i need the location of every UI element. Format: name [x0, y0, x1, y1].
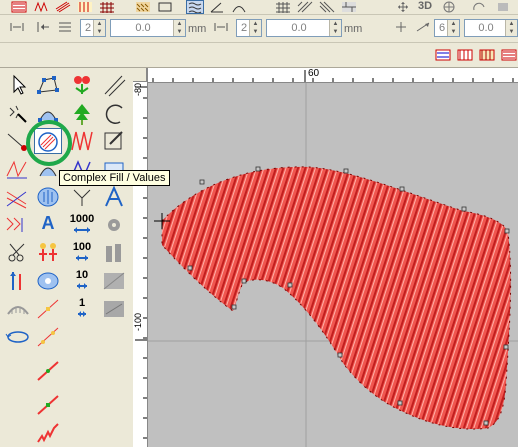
- stitch-100-tool[interactable]: 100: [68, 240, 96, 266]
- diagonal-grid-icon[interactable]: [296, 0, 314, 14]
- spin-arrows-icon[interactable]: ▲ ▼: [93, 20, 105, 36]
- move-icon[interactable]: [394, 0, 412, 14]
- stitch-10-tool[interactable]: 10: [68, 268, 96, 294]
- ruler-v-label-bottom: -100: [133, 313, 143, 332]
- stitch-preview-4-icon[interactable]: [500, 48, 518, 62]
- zigzag-icon[interactable]: [32, 0, 50, 14]
- stitch-type-icon[interactable]: [10, 0, 28, 14]
- lettering-tool[interactable]: [100, 184, 128, 210]
- stamp-icon[interactable]: [494, 0, 512, 14]
- stitch-preview-3-icon[interactable]: [478, 48, 496, 62]
- density-icon[interactable]: [56, 20, 74, 34]
- split-stitch-tool[interactable]: [68, 184, 96, 210]
- texture-icon[interactable]: [134, 0, 152, 14]
- density-a-input[interactable]: 2 ▲ ▼: [80, 19, 106, 37]
- density-a-mm-input[interactable]: 0.0 ▲ ▼: [110, 19, 186, 37]
- values-toolbar: 2 ▲ ▼ 0.0 ▲ ▼ mm 2 ▲ ▼ 0.0 ▲ ▼ mm 6 ▲ ▼ 0.0 ▲…: [0, 15, 518, 41]
- triple-stitch-tool[interactable]: [4, 184, 32, 210]
- vertical-ruler: -80 -100: [133, 68, 148, 447]
- color-toolbar: [0, 42, 518, 68]
- 3d-label[interactable]: 3D: [418, 0, 432, 12]
- spin-arrows-icon[interactable]: ▲ ▼: [447, 20, 459, 36]
- density-b-input[interactable]: 2 ▲ ▼: [236, 19, 262, 37]
- complex-fill-shape[interactable]: [148, 83, 518, 447]
- density-b-value: 2: [240, 22, 248, 34]
- frame-icon[interactable]: [156, 0, 174, 14]
- pattern-icon[interactable]: [76, 0, 94, 14]
- design-canvas[interactable]: [148, 83, 518, 447]
- fill-shape-tool[interactable]: [34, 184, 62, 210]
- satin-icon[interactable]: [54, 0, 72, 14]
- density-a-mm-value: 0.0: [135, 22, 151, 34]
- node-edit-tool[interactable]: [34, 72, 62, 98]
- stitch-preview-1-icon[interactable]: [434, 48, 452, 62]
- toolbox: A 1000 100 10 1: [0, 68, 133, 447]
- bead-line-tool[interactable]: [34, 324, 62, 350]
- scale-icon[interactable]: [414, 20, 432, 34]
- rotate-object-tool[interactable]: [4, 324, 32, 350]
- curve-icon[interactable]: [230, 0, 248, 14]
- spacing-icon[interactable]: [8, 20, 26, 34]
- line-nodes-tool[interactable]: [34, 296, 62, 322]
- resize-vertical-tool[interactable]: [4, 268, 32, 294]
- people-motif-tool[interactable]: [34, 240, 62, 266]
- cut-tool[interactable]: [4, 240, 32, 266]
- gear-tool[interactable]: [100, 212, 128, 238]
- figures-tool[interactable]: [100, 240, 128, 266]
- ruler-v-label-top: -80: [133, 83, 143, 97]
- text-tool[interactable]: A: [34, 212, 62, 238]
- spin-arrows-icon[interactable]: ▲ ▼: [249, 20, 261, 36]
- zigzag-line-tool[interactable]: [34, 420, 62, 446]
- top-toolbar: 3D: [0, 0, 518, 15]
- hoop-tool[interactable]: [34, 268, 62, 294]
- tooltip: Complex Fill / Values: [59, 170, 170, 186]
- hatch-icon[interactable]: [318, 0, 336, 14]
- count-mm-input[interactable]: 0.0 ▲ ▼: [464, 19, 518, 37]
- grid-fill-icon[interactable]: [98, 0, 116, 14]
- wave-fill-icon[interactable]: [186, 0, 204, 14]
- density-b-mm-value: 0.0: [291, 22, 307, 34]
- cross-stitch-tool[interactable]: [4, 212, 32, 238]
- globe-icon[interactable]: [440, 0, 458, 14]
- move-cross-icon[interactable]: [392, 20, 410, 34]
- horizontal-ruler: 60: [133, 68, 518, 83]
- count-mm-value: 0.0: [478, 22, 494, 34]
- flower-motif-tool[interactable]: [68, 72, 96, 98]
- count-input[interactable]: 6 ▲ ▼: [434, 19, 460, 37]
- spin-arrows-icon[interactable]: ▲ ▼: [173, 20, 185, 36]
- stitch-1-tool[interactable]: 1: [68, 296, 96, 322]
- spin-arrows-icon[interactable]: ▲ ▼: [329, 20, 341, 36]
- left-align-icon[interactable]: [34, 20, 52, 34]
- density-b-mm-input[interactable]: 0.0 ▲ ▼: [266, 19, 342, 37]
- select-arrow-tool[interactable]: [4, 72, 32, 98]
- embroidery-frame-tool[interactable]: [4, 296, 32, 322]
- unit-label-b: mm: [344, 23, 363, 35]
- unit-label-a: mm: [188, 23, 207, 35]
- grid-icon[interactable]: [274, 0, 292, 14]
- stitch-1000-tool[interactable]: 1000: [68, 212, 96, 238]
- stitch-preview-2-icon[interactable]: [456, 48, 474, 62]
- brick-icon[interactable]: [340, 0, 358, 14]
- ruler-corner: [133, 68, 147, 82]
- gradient-texture-tool[interactable]: [100, 296, 128, 322]
- running-stitch-tool[interactable]: [100, 72, 128, 98]
- arc-tool[interactable]: [100, 100, 128, 126]
- rotate-icon[interactable]: [470, 0, 488, 14]
- texture-tool[interactable]: [100, 268, 128, 294]
- angle-icon[interactable]: [208, 0, 226, 14]
- jump-stitch-tool[interactable]: [34, 358, 62, 384]
- spin-arrows-icon[interactable]: ▲ ▼: [505, 20, 517, 36]
- density-a-value: 2: [84, 22, 92, 34]
- convert-shape-tool[interactable]: [100, 128, 128, 154]
- text-tool-label: A: [41, 213, 55, 233]
- highlight-circle-icon: [26, 120, 72, 166]
- ruler-h-label: 60: [308, 68, 320, 79]
- spacing-b-icon[interactable]: [212, 20, 230, 34]
- count-value: 6: [438, 22, 446, 34]
- trim-line-tool[interactable]: [34, 392, 62, 418]
